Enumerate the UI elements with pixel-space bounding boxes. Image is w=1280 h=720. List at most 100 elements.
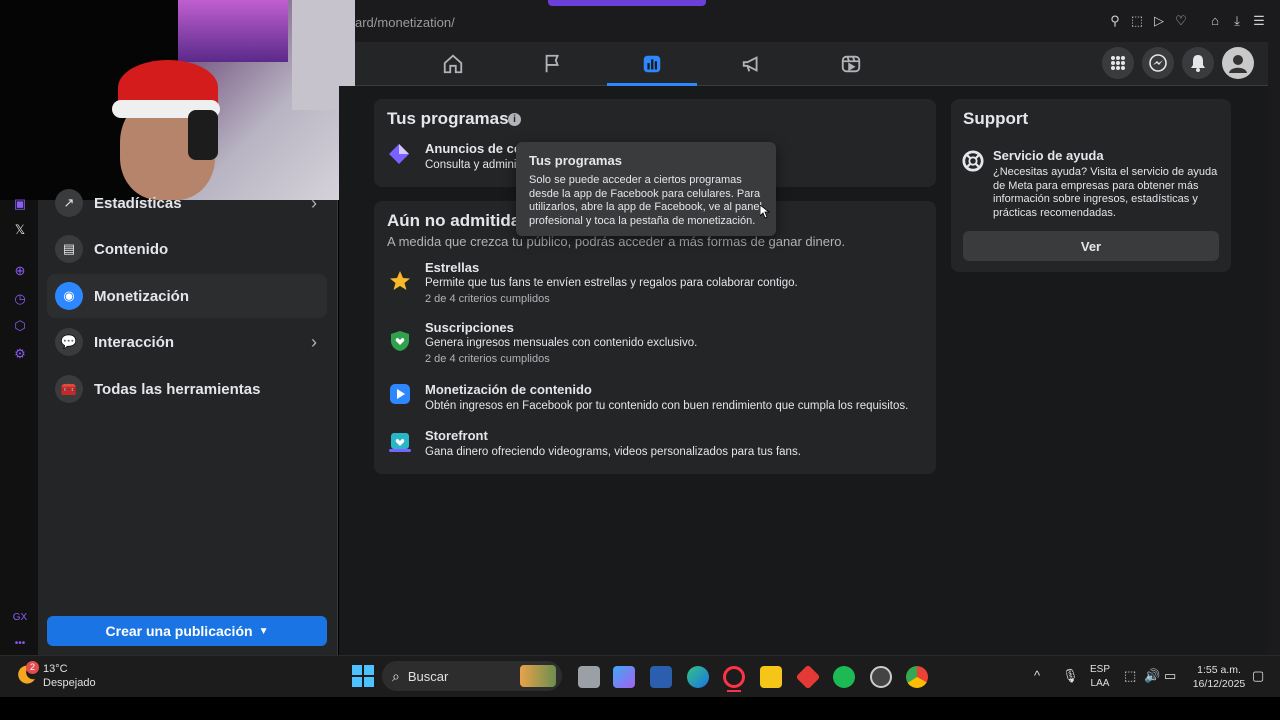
program-content-monetization-desc: Obtén ingresos en Facebook por tu conten… — [425, 400, 909, 412]
home-icon — [443, 54, 463, 74]
tab-pages[interactable] — [508, 42, 598, 86]
play-icon — [390, 384, 410, 404]
program-storefront-title[interactable]: Storefront — [425, 428, 488, 443]
pin-icon[interactable]: ⚲ — [1108, 14, 1122, 28]
chevron-right-icon: › — [311, 332, 317, 352]
search-highlight-image — [520, 665, 556, 687]
clock-time[interactable]: 1:55 a.m. — [1186, 664, 1252, 676]
download-icon[interactable]: ⤓ — [1230, 14, 1244, 28]
program-stars-criteria: 2 de 4 criterios cumplidos — [425, 293, 550, 305]
program-ads-title[interactable]: Anuncios de co — [425, 141, 522, 156]
megaphone-icon — [742, 56, 758, 72]
extensions-icon[interactable]: ⬡ — [12, 318, 28, 334]
language-code[interactable]: ESP — [1088, 664, 1112, 675]
chat-bubble-icon: 💬 — [55, 328, 83, 356]
tab-ads[interactable] — [707, 42, 797, 86]
notification-center-icon[interactable]: ▢ — [1252, 668, 1264, 684]
support-title: Support — [963, 109, 1029, 128]
player-icon[interactable]: ▷ — [1152, 14, 1166, 28]
copilot-icon[interactable] — [613, 666, 635, 688]
heart-icon[interactable]: ♡ — [1174, 14, 1188, 28]
search-label: Buscar — [407, 668, 449, 684]
sidebar-item-estadisticas[interactable]: ↗ Estadísticas › — [47, 181, 327, 225]
x-icon[interactable]: 𝕏 — [12, 222, 28, 238]
volume-icon[interactable]: 🔊 — [1144, 668, 1160, 684]
help-center-title[interactable]: Servicio de ayuda — [993, 148, 1104, 163]
language-layout[interactable]: LAA — [1088, 678, 1112, 689]
messenger-button[interactable] — [1142, 47, 1174, 79]
mouse-cursor-icon — [760, 205, 770, 219]
not-admitted-title: Aún no admitida — [387, 211, 521, 230]
obs-icon[interactable] — [870, 666, 892, 688]
opera-active-indicator — [727, 690, 741, 692]
sidebar-item-contenido[interactable]: ▤ Contenido — [47, 227, 327, 271]
microphone-icon[interactable]: 🎙 — [1062, 668, 1079, 684]
windows-start-icon[interactable] — [352, 665, 374, 687]
outlook-icon[interactable] — [650, 666, 672, 688]
apps-grid-icon — [1111, 56, 1125, 70]
weather-temp[interactable]: 13°C — [43, 663, 68, 675]
program-stars-title[interactable]: Estrellas — [425, 260, 479, 275]
messenger-icon — [1149, 54, 1167, 72]
program-subscriptions-title[interactable]: Suscripciones — [425, 320, 514, 335]
windows-taskbar — [0, 655, 1280, 697]
search-icon: ⌕ — [392, 667, 400, 684]
sidebar-item-label: Estadísticas — [94, 194, 182, 212]
account-icon[interactable]: ⌂ — [1208, 14, 1222, 28]
gx-label[interactable]: GX — [12, 610, 28, 626]
program-content-monetization-title[interactable]: Monetización de contenido — [425, 382, 592, 397]
address-bar-url[interactable]: ard/monetization/ — [355, 15, 455, 30]
shield-heart-icon — [391, 331, 409, 351]
sidebar-item-todas-las-herramientas[interactable]: 🧰 Todas las herramientas — [47, 367, 327, 411]
snapshot-icon[interactable]: ⬚ — [1130, 14, 1144, 28]
program-stars-desc: Permite que tus fans te envíen estrellas… — [425, 277, 798, 289]
settings-icon[interactable]: ⚙ — [12, 346, 28, 362]
program-subscriptions-desc: Genera ingresos mensuales con contenido … — [425, 337, 698, 349]
caret-down-icon: ▼ — [258, 625, 269, 637]
toolbox-icon: 🧰 — [55, 375, 83, 403]
program-ads-desc: Consulta y adminis — [425, 159, 523, 171]
edge-icon[interactable] — [687, 666, 709, 688]
notifications-button[interactable] — [1182, 47, 1214, 79]
tab-home[interactable] — [408, 42, 498, 86]
weather-desc[interactable]: Despejado — [43, 677, 96, 689]
programs-title: Tus programas — [387, 109, 509, 128]
twitch-icon[interactable]: ▣ — [12, 196, 28, 212]
flag-icon — [545, 54, 559, 73]
chrome-icon[interactable] — [906, 666, 928, 688]
sidebar-item-label: Todas las herramientas — [94, 380, 261, 398]
menu-icon[interactable]: ☰ — [1252, 14, 1266, 28]
star-icon — [390, 271, 410, 290]
headset — [188, 110, 218, 160]
create-post-button[interactable]: Crear una publicación ▼ — [47, 616, 327, 646]
tooltip-title: Tus programas — [529, 153, 622, 168]
clock-date[interactable]: 16/12/2025 — [1186, 678, 1252, 690]
tab-dashboard[interactable] — [607, 42, 697, 86]
program-storefront-desc: Gana dinero ofreciendo videograms, video… — [425, 446, 801, 458]
bell-icon — [1191, 55, 1205, 72]
task-view-icon[interactable] — [578, 666, 600, 688]
weather-badge: 2 — [26, 661, 39, 674]
chevron-up-icon[interactable]: ^ — [1034, 668, 1040, 683]
battery-icon[interactable]: ▭ — [1164, 668, 1176, 684]
add-icon[interactable]: ⊕ — [12, 263, 28, 279]
info-icon[interactable]: i — [508, 113, 521, 126]
file-explorer-icon[interactable] — [760, 666, 782, 688]
network-icon[interactable]: ⬚ — [1124, 668, 1136, 684]
sidebar-item-interaccion[interactable]: 💬 Interacción › — [47, 320, 327, 364]
history-icon[interactable]: ◷ — [12, 291, 28, 307]
more-icon[interactable]: ••• — [12, 636, 28, 652]
avatar-silhouette-icon — [1229, 55, 1247, 73]
view-help-button[interactable]: Ver — [963, 231, 1219, 261]
chevron-right-icon: › — [311, 193, 317, 213]
sidebar-item-monetizacion[interactable]: ◉ Monetización — [47, 274, 327, 318]
money-icon: ◉ — [55, 282, 83, 310]
taskbar-search[interactable]: ⌕ Buscar — [382, 661, 562, 691]
profile-avatar[interactable] — [1222, 47, 1254, 79]
page-scrollbar[interactable] — [1268, 42, 1280, 655]
opera-gx-icon[interactable] — [723, 666, 745, 688]
apps-grid-button[interactable] — [1102, 47, 1134, 79]
tab-reels[interactable] — [806, 42, 896, 86]
create-post-label: Crear una publicación — [105, 623, 253, 639]
spotify-icon[interactable] — [833, 666, 855, 688]
